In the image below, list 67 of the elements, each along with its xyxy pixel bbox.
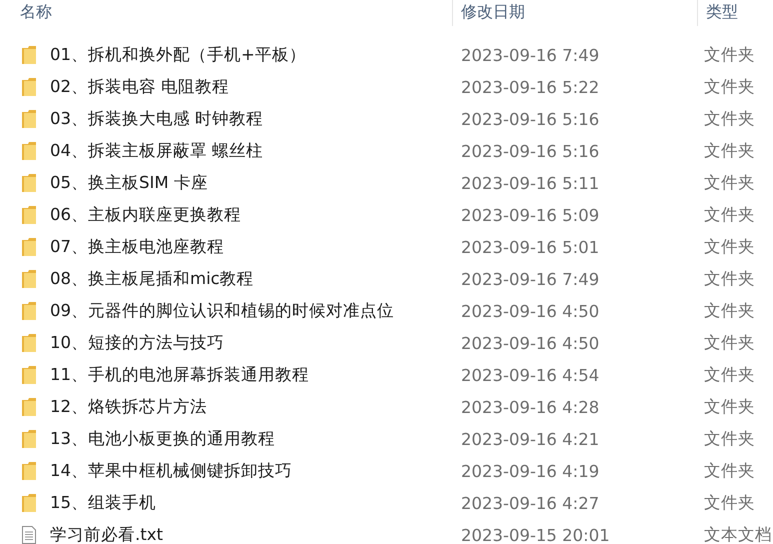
- folder-icon: [22, 174, 36, 192]
- folder-icon: [22, 110, 36, 128]
- file-name[interactable]: 09、元器件的脚位认识和植锡的时候对准点位: [50, 300, 394, 322]
- file-name[interactable]: 13、电池小板更换的通用教程: [50, 428, 275, 450]
- modified-date: 2023-09-16 4:54: [460, 366, 600, 384]
- modified-date: 2023-09-16 5:01: [460, 238, 600, 256]
- column-header[interactable]: 类型: [697, 0, 773, 26]
- file-name[interactable]: 学习前必看.txt: [50, 524, 163, 544]
- folder-icon: [22, 46, 36, 64]
- file-type: 文件夹: [703, 141, 755, 160]
- modified-date: 2023-09-16 5:22: [460, 78, 600, 96]
- file-type: 文件夹: [703, 109, 755, 128]
- file-name[interactable]: 08、换主板尾插和mic教程: [50, 268, 254, 290]
- text-file-icon: [22, 526, 36, 544]
- file-type: 文件夹: [703, 77, 755, 96]
- file-name[interactable]: 15、组装手机: [50, 492, 156, 514]
- modified-date: 2023-09-16 5:16: [460, 142, 600, 160]
- file-type: 文件夹: [703, 173, 755, 192]
- modified-date: 2023-09-16 4:50: [460, 334, 600, 352]
- file-name[interactable]: 04、拆装主板屏蔽罩 螺丝柱: [50, 140, 264, 162]
- modified-date: 2023-09-16 5:09: [460, 206, 600, 224]
- folder-icon: [22, 334, 36, 352]
- modified-date: 2023-09-16 7:49: [460, 46, 600, 64]
- file-type: 文件夹: [703, 429, 755, 448]
- modified-date: 2023-09-16 4:50: [460, 302, 600, 320]
- folder-icon: [22, 270, 36, 288]
- file-name[interactable]: 12、烙铁拆芯片方法: [50, 396, 207, 418]
- file-type: 文件夹: [703, 333, 755, 352]
- file-type: 文件夹: [703, 205, 755, 224]
- folder-icon: [22, 302, 36, 320]
- folder-icon: [22, 206, 36, 224]
- modified-date: 2023-09-16 4:19: [460, 462, 600, 480]
- file-type: 文件夹: [703, 397, 755, 416]
- modified-date: 2023-09-16 4:21: [460, 430, 600, 448]
- modified-date: 2023-09-16 7:49: [460, 270, 600, 288]
- file-name[interactable]: 14、苹果中框机械侧键拆卸技巧: [50, 460, 292, 482]
- modified-date: 2023-09-15 20:01: [460, 526, 610, 544]
- folder-icon: [22, 238, 36, 256]
- file-type: 文件夹: [703, 45, 755, 64]
- folder-icon: [22, 462, 36, 480]
- file-type: 文本文档: [703, 525, 772, 544]
- file-name[interactable]: 10、短接的方法与技巧: [50, 332, 224, 354]
- folder-icon: [22, 142, 36, 160]
- file-name[interactable]: 03、拆装换大电感 时钟教程: [50, 108, 264, 130]
- column-header[interactable]: 名称: [0, 0, 452, 26]
- modified-date: 2023-09-16 4:28: [460, 398, 600, 416]
- folder-icon: [22, 430, 36, 448]
- folder-icon: [22, 398, 36, 416]
- folder-icon: [22, 78, 36, 96]
- file-name[interactable]: 11、手机的电池屏幕拆装通用教程: [50, 364, 309, 386]
- modified-date: 2023-09-16 4:27: [460, 494, 600, 512]
- modified-date: 2023-09-16 5:11: [460, 174, 600, 192]
- file-type: 文件夹: [703, 237, 755, 256]
- folder-icon: [22, 366, 36, 384]
- file-name[interactable]: 07、换主板电池座教程: [50, 236, 224, 258]
- file-type: 文件夹: [703, 493, 755, 512]
- file-type: 文件夹: [703, 461, 755, 480]
- column-header[interactable]: 修改日期: [452, 0, 697, 26]
- modified-date: 2023-09-16 5:16: [460, 110, 600, 128]
- file-name[interactable]: 06、主板内联座更换教程: [50, 204, 241, 226]
- file-name[interactable]: 02、拆装电容 电阻教程: [50, 76, 230, 98]
- file-type: 文件夹: [703, 301, 755, 320]
- folder-icon: [22, 494, 36, 512]
- file-type: 文件夹: [703, 269, 755, 288]
- file-name[interactable]: 01、拆机和换外配（手机+平板）: [50, 44, 306, 66]
- file-type: 文件夹: [703, 365, 755, 384]
- file-name[interactable]: 05、换主板SIM 卡座: [50, 172, 208, 194]
